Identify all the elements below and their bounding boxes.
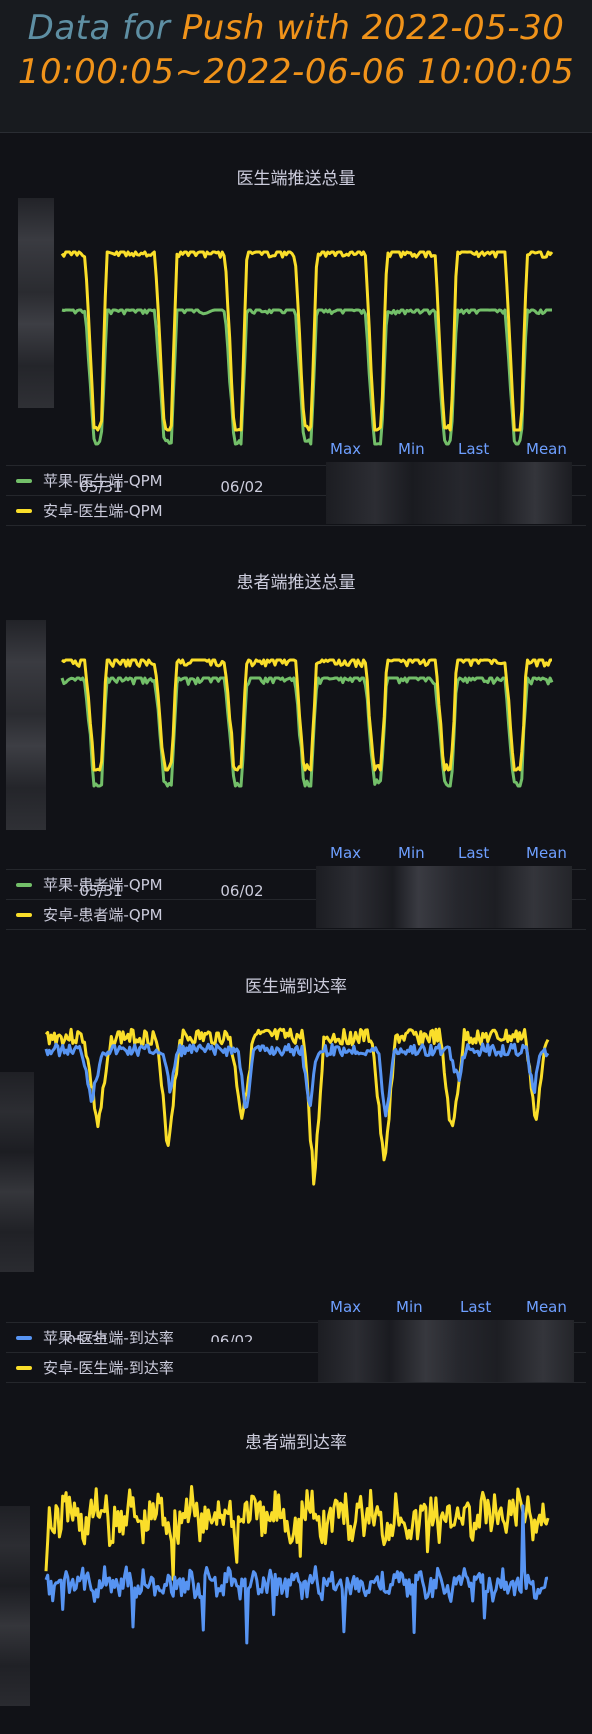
series-line-green[interactable] xyxy=(61,308,552,446)
legend-header-mean[interactable]: Mean xyxy=(526,844,567,862)
panel-title[interactable]: 医生端到达率 xyxy=(0,972,592,997)
legend-values-redacted xyxy=(316,866,572,928)
y-axis-redacted xyxy=(0,1506,30,1706)
panel-title[interactable]: 患者端推送总量 xyxy=(0,568,592,593)
legend-values-redacted xyxy=(326,462,572,524)
dashboard-title-line2: 10:00:05~2022-06-06 10:00:05 xyxy=(17,52,575,92)
legend-header-min[interactable]: Min xyxy=(398,440,425,458)
panel-title[interactable]: 患者端到达率 xyxy=(0,1428,592,1453)
dashboard-header: Data for Push with 2022-05-30 10:00:05~2… xyxy=(0,0,592,133)
series-label[interactable]: 苹果-医生端-到达率 xyxy=(43,1327,174,1348)
dashboard-title-line1: Data for Push with 2022-05-30 xyxy=(0,6,592,50)
y-axis-redacted xyxy=(6,620,46,830)
panel-title[interactable]: 医生端推送总量 xyxy=(0,164,592,189)
y-axis-redacted xyxy=(18,198,54,408)
series-label[interactable]: 苹果-医生端-QPM xyxy=(43,470,163,491)
series-swatch xyxy=(16,883,32,887)
legend-header-last[interactable]: Last xyxy=(458,440,489,458)
time-series-chart[interactable]: 05/3106/0206/0406/06 xyxy=(0,194,592,504)
legend-header-max[interactable]: Max xyxy=(330,1298,361,1316)
series-swatch xyxy=(16,1366,32,1370)
time-series-chart[interactable]: 05/3106/0206/0406/06 xyxy=(0,598,592,908)
series-label[interactable]: 安卓-医生端-到达率 xyxy=(43,1357,174,1378)
series-line-yellow[interactable] xyxy=(44,1485,550,1581)
series-label[interactable]: 安卓-患者端-QPM xyxy=(43,904,163,925)
panel-patient-push-total: 患者端推送总量 05/3106/0206/0406/06 Max Min Las… xyxy=(0,538,592,938)
legend-header-max[interactable]: Max xyxy=(330,440,361,458)
legend-header-max[interactable]: Max xyxy=(330,844,361,862)
series-swatch xyxy=(16,1336,32,1340)
title-part1: Data for xyxy=(27,8,182,48)
series-swatch xyxy=(16,509,32,513)
series-line-yellow[interactable] xyxy=(60,250,554,432)
panel-doctor-push-total: 医生端推送总量 05/3106/0206/0406/06 Max Min Las… xyxy=(0,134,592,534)
time-series-chart[interactable]: 05/3106/0206/0406/06 xyxy=(0,1002,592,1342)
legend-values-redacted xyxy=(318,1320,574,1382)
series-label[interactable]: 安卓-医生端-QPM xyxy=(43,500,163,521)
y-axis-redacted xyxy=(0,1072,34,1272)
time-series-chart[interactable] xyxy=(0,1456,592,1734)
series-line-green[interactable] xyxy=(60,676,554,788)
legend-header-min[interactable]: Min xyxy=(398,844,425,862)
series-line-blue[interactable] xyxy=(44,1042,550,1118)
series-label[interactable]: 苹果-患者端-QPM xyxy=(43,874,163,895)
panel-doctor-arrival-rate: 医生端到达率 05/3106/0206/0406/06 Max Min Last… xyxy=(0,942,592,1383)
title-part2: Push with 2022-05-30 xyxy=(181,8,565,48)
series-swatch xyxy=(16,913,32,917)
legend-header-last[interactable]: Last xyxy=(458,844,489,862)
series-swatch xyxy=(16,479,32,483)
legend-header-mean[interactable]: Mean xyxy=(526,1298,567,1316)
legend-header-min[interactable]: Min xyxy=(396,1298,423,1316)
legend-header-last[interactable]: Last xyxy=(460,1298,491,1316)
panel-patient-arrival-rate: 患者端到达率 xyxy=(0,1396,592,1734)
legend-header-mean[interactable]: Mean xyxy=(526,440,567,458)
